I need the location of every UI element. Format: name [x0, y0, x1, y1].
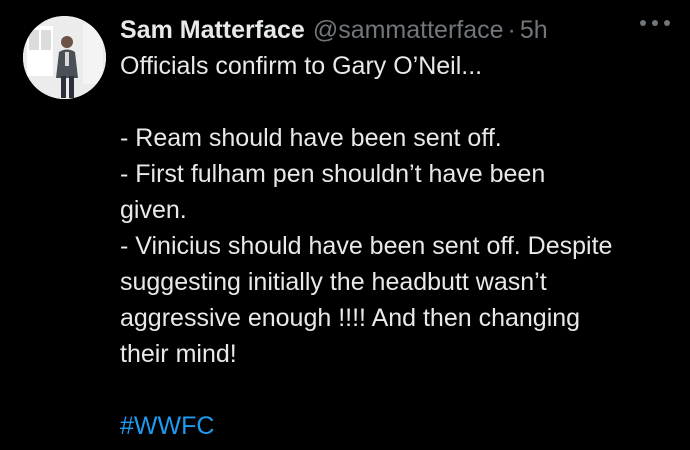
more-dot — [640, 20, 646, 26]
tweet-content: Sam Matterface @sammatterface · 5h Offic… — [120, 12, 680, 444]
tweet-line: - Ream should have been sent off. — [120, 124, 502, 152]
more-horizontal-icon[interactable] — [640, 16, 670, 30]
tweet-line: - Vinicius should have been sent off. De… — [120, 232, 613, 260]
avatar-photo — [23, 16, 106, 99]
hashtag-link[interactable]: #WWFC — [120, 408, 680, 444]
tweet[interactable]: Sam Matterface @sammatterface · 5h Offic… — [0, 0, 690, 450]
tweet-line: aggressive enough !!!! And then changing — [120, 304, 581, 332]
tweet-line: Officials confirm to Gary O’Neil... — [120, 52, 483, 80]
more-dot — [652, 20, 658, 26]
timestamp[interactable]: 5h — [520, 12, 548, 48]
avatar[interactable] — [23, 16, 106, 99]
tweet-text: Officials confirm to Gary O’Neil... - Re… — [120, 48, 680, 444]
tweet-line: - First fulham pen shouldn’t have been — [120, 160, 546, 188]
separator-dot: · — [507, 16, 516, 44]
tweet-line: given. — [120, 196, 187, 224]
author-name[interactable]: Sam Matterface — [120, 12, 305, 48]
tweet-line: their mind! — [120, 340, 237, 368]
tweet-line: suggesting initially the headbutt wasn’t — [120, 268, 547, 296]
more-dot — [664, 20, 670, 26]
author-handle[interactable]: @sammatterface — [313, 12, 504, 48]
tweet-header: Sam Matterface @sammatterface · 5h — [120, 12, 680, 48]
